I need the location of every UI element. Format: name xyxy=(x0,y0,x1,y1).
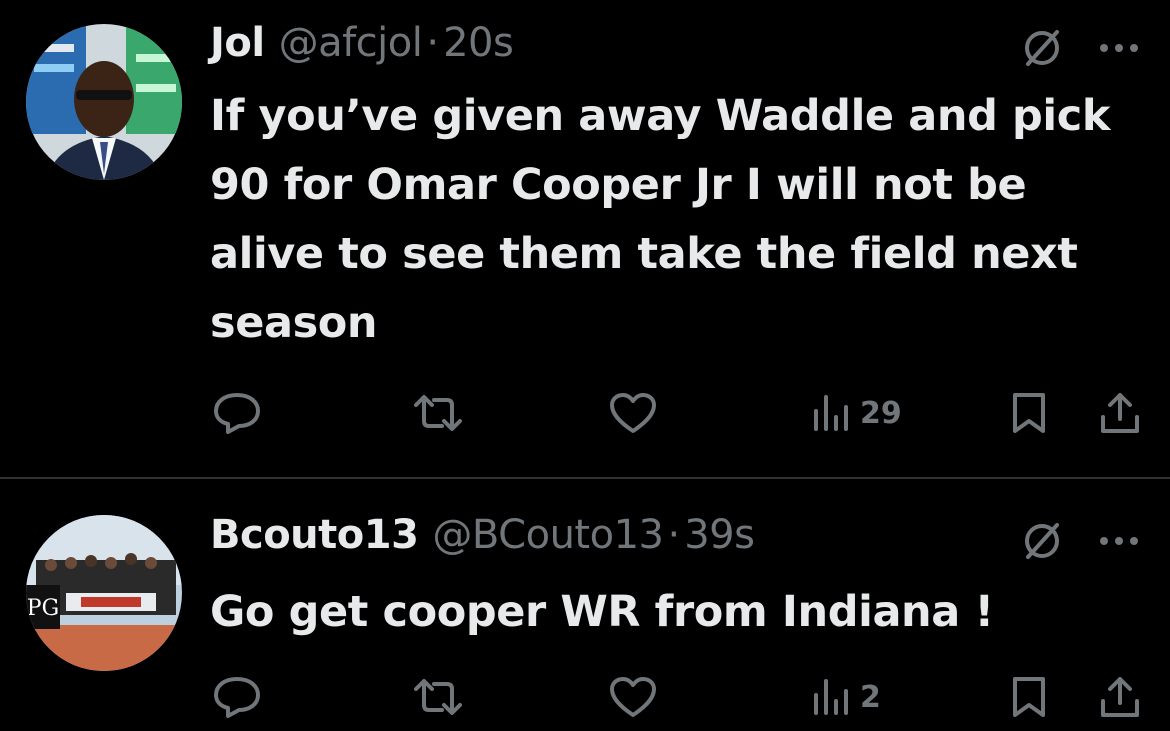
user-handle[interactable]: @BCouto13 xyxy=(432,512,664,558)
reply-button[interactable] xyxy=(212,388,262,438)
like-icon xyxy=(608,391,658,435)
avatar[interactable] xyxy=(26,24,182,180)
display-name[interactable]: Bcouto13 xyxy=(210,512,419,558)
tweet-actions: 29 xyxy=(0,388,1170,438)
share-button[interactable] xyxy=(1098,388,1142,438)
svg-text:PG: PG xyxy=(27,596,59,621)
reply-icon xyxy=(212,675,262,719)
bookmark-button[interactable] xyxy=(1010,672,1048,722)
tweet-header: Jol @afcjol · 20s xyxy=(210,20,514,70)
views-button[interactable]: 29 xyxy=(812,388,902,438)
views-icon xyxy=(812,393,850,433)
views-button[interactable]: 2 xyxy=(812,672,881,722)
tweet-text: Go get cooper WR from Indiana ! xyxy=(210,587,994,637)
grok-icon[interactable] xyxy=(1020,26,1064,70)
share-icon xyxy=(1098,675,1142,719)
retweet-button[interactable] xyxy=(412,672,464,722)
views-icon xyxy=(812,677,850,717)
tweet[interactable]: Jol @afcjol · 20s If you’ve given away W… xyxy=(0,0,1170,477)
share-button[interactable] xyxy=(1098,672,1142,722)
reply-button[interactable] xyxy=(212,672,262,722)
tweet-header: Bcouto13 @BCouto13 · 39s xyxy=(210,512,755,562)
bookmark-icon xyxy=(1010,391,1048,435)
user-handle[interactable]: @afcjol xyxy=(279,20,423,66)
grok-icon[interactable] xyxy=(1020,519,1064,563)
timestamp[interactable]: 39s xyxy=(684,512,755,558)
retweet-icon xyxy=(412,677,464,717)
display-name[interactable]: Jol xyxy=(210,20,265,66)
more-icon[interactable] xyxy=(1098,535,1140,547)
reply-icon xyxy=(212,391,262,435)
tweet-actions: 2 xyxy=(0,672,1170,722)
separator-dot: · xyxy=(426,20,440,66)
retweet-button[interactable] xyxy=(412,388,464,438)
tweet-top-icons xyxy=(1020,26,1140,70)
tweet-top-icons xyxy=(1020,519,1140,563)
like-button[interactable] xyxy=(608,388,658,438)
more-icon[interactable] xyxy=(1098,42,1140,54)
separator-dot: · xyxy=(667,512,681,558)
like-icon xyxy=(608,675,658,719)
tweet[interactable]: PG Bcouto13 @BCouto13 · 39s Go get coope… xyxy=(0,479,1170,731)
retweet-icon xyxy=(412,393,464,433)
timestamp[interactable]: 20s xyxy=(443,20,514,66)
views-count: 29 xyxy=(860,395,902,431)
like-button[interactable] xyxy=(608,672,658,722)
bookmark-button[interactable] xyxy=(1010,388,1048,438)
views-count: 2 xyxy=(860,679,881,715)
tweet-text: If you’ve given away Waddle and pick 90 … xyxy=(210,91,1111,348)
avatar[interactable]: PG xyxy=(26,515,182,671)
share-icon xyxy=(1098,391,1142,435)
bookmark-icon xyxy=(1010,675,1048,719)
